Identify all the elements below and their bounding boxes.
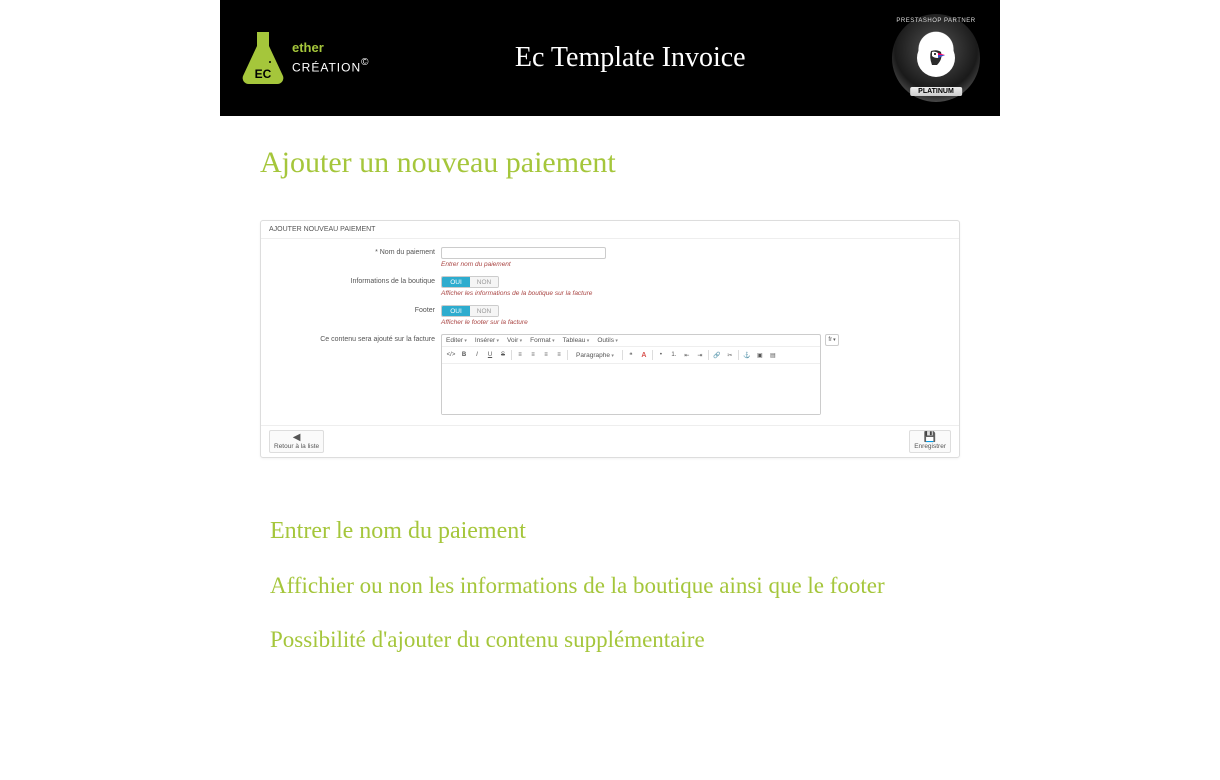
separator	[567, 350, 568, 360]
header-title: Ec Template Invoice	[515, 42, 746, 74]
partner-badge: PRESTASHOP PARTNER PLATINUM	[892, 14, 980, 102]
partner-ribbon-text: PLATINUM	[910, 87, 962, 96]
shop-info-label: Informations de la boutique	[271, 276, 441, 285]
separator	[622, 350, 623, 360]
rich-text-editor[interactable]: Editer Insérer Voir Format Tableau Outil…	[441, 334, 821, 415]
separator	[738, 350, 739, 360]
link-icon[interactable]: 🔗	[712, 350, 722, 360]
editor-toolbar: </> B I U S ≡ ≡ ≡ ≡ Pa	[442, 347, 820, 364]
save-button[interactable]: 💾 Enregistrer	[909, 430, 951, 453]
bold-icon[interactable]: B	[459, 350, 469, 360]
editor-menu-bar: Editer Insérer Voir Format Tableau Outil…	[442, 335, 820, 347]
footer-toggle[interactable]: OUI NON	[441, 305, 499, 317]
callout-1: Entrer le nom du paiement	[270, 518, 950, 545]
save-button-label: Enregistrer	[914, 443, 946, 450]
align-right-icon[interactable]: ≡	[541, 350, 551, 360]
back-button-label: Retour à la liste	[274, 443, 319, 450]
add-payment-panel: AJOUTER NOUVEAU PAIEMENT * Nom du paieme…	[260, 220, 960, 458]
payment-name-label: * Nom du paiement	[271, 247, 441, 256]
separator	[708, 350, 709, 360]
language-selector[interactable]: fr	[825, 334, 839, 346]
footer-help: Afficher le footer sur la facture	[441, 319, 949, 326]
arrow-left-circle-icon: ◀	[293, 433, 301, 443]
align-left-icon[interactable]: ≡	[515, 350, 525, 360]
editor-menu-format[interactable]: Format	[530, 337, 555, 344]
callout-2: Affichier ou non les informations de la …	[270, 573, 950, 599]
align-center-icon[interactable]: ≡	[528, 350, 538, 360]
underline-icon[interactable]: U	[485, 350, 495, 360]
brand-bottom-text: CRÉATION	[292, 61, 361, 75]
editor-menu-table[interactable]: Tableau	[563, 337, 590, 344]
text-color-icon[interactable]: A	[639, 350, 649, 360]
partner-arc-text: PRESTASHOP PARTNER	[892, 18, 980, 24]
flask-icon: EC	[240, 28, 286, 88]
editor-menu-edit[interactable]: Editer	[446, 337, 467, 344]
media-icon[interactable]: ▤	[768, 350, 778, 360]
callout-3: Possibilité d'ajouter du contenu supplém…	[270, 627, 950, 653]
brand-top-text: ether	[292, 40, 324, 55]
content-label: Ce contenu sera ajouté sur la facture	[271, 334, 441, 343]
copyright-symbol: ©	[361, 57, 368, 68]
outdent-icon[interactable]: ⇤	[682, 350, 692, 360]
editor-content-area[interactable]	[442, 364, 820, 414]
quote-icon[interactable]: ❝	[626, 350, 636, 360]
source-code-icon[interactable]: </>	[446, 350, 456, 360]
separator	[652, 350, 653, 360]
shop-info-toggle[interactable]: OUI NON	[441, 276, 499, 288]
shop-info-help: Afficher les informations de la boutique…	[441, 290, 949, 297]
strikethrough-icon[interactable]: S	[498, 350, 508, 360]
image-icon[interactable]: ▣	[755, 350, 765, 360]
page-heading: Ajouter un nouveau paiement	[260, 146, 960, 180]
number-list-icon[interactable]: 1.	[669, 350, 679, 360]
brand-logo: EC ether CRÉATION©	[240, 28, 369, 88]
footer-toggle-off[interactable]: NON	[470, 306, 498, 316]
indent-icon[interactable]: ⇥	[695, 350, 705, 360]
back-to-list-button[interactable]: ◀ Retour à la liste	[269, 430, 324, 453]
payment-name-input[interactable]	[441, 247, 606, 259]
footer-label: Footer	[271, 305, 441, 314]
paragraph-select[interactable]: Paragraphe	[571, 351, 619, 360]
align-justify-icon[interactable]: ≡	[554, 350, 564, 360]
shop-info-toggle-off[interactable]: NON	[470, 277, 498, 287]
puffin-icon	[917, 39, 955, 77]
payment-name-help: Entrer nom du paiement	[441, 261, 949, 268]
italic-icon[interactable]: I	[472, 350, 482, 360]
unlink-icon[interactable]: ✂	[725, 350, 735, 360]
header-bar: EC ether CRÉATION© Ec Template Invoice P…	[220, 0, 1000, 116]
separator	[511, 350, 512, 360]
panel-title: AJOUTER NOUVEAU PAIEMENT	[261, 221, 959, 239]
svg-text:EC: EC	[255, 67, 272, 81]
footer-toggle-on[interactable]: OUI	[442, 306, 470, 316]
editor-menu-tools[interactable]: Outils	[597, 337, 618, 344]
editor-menu-view[interactable]: Voir	[507, 337, 522, 344]
editor-menu-insert[interactable]: Insérer	[475, 337, 499, 344]
bullet-list-icon[interactable]: •	[656, 350, 666, 360]
anchor-icon[interactable]: ⚓	[742, 350, 752, 360]
shop-info-toggle-on[interactable]: OUI	[442, 277, 470, 287]
save-icon: 💾	[924, 433, 936, 443]
